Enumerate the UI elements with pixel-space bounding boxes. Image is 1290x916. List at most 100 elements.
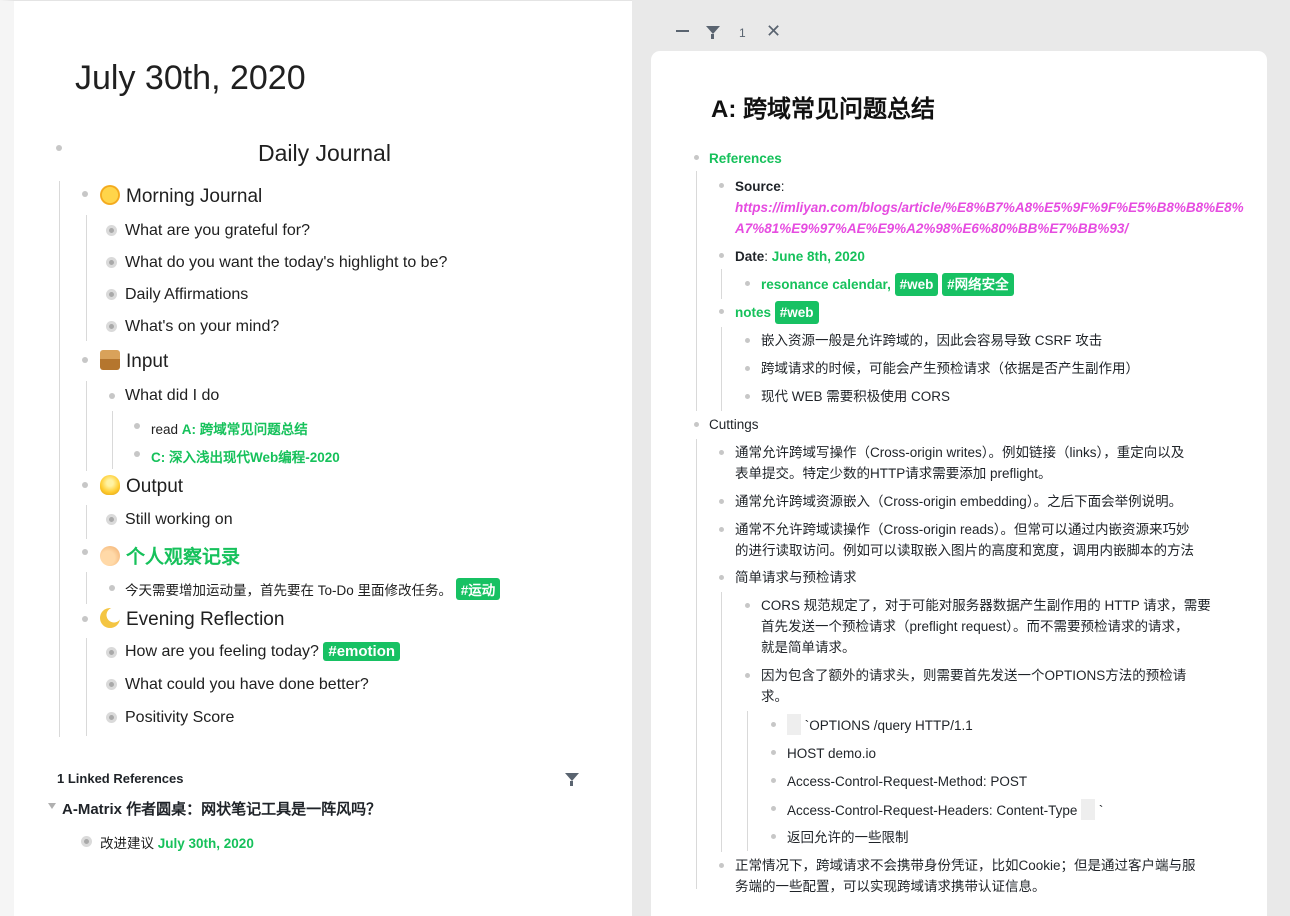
morning-journal-heading[interactable]: Morning Journal (100, 185, 262, 208)
block-bullet[interactable] (719, 253, 724, 258)
morning-question[interactable]: What do you want the today's highlight t… (125, 254, 447, 272)
code-line[interactable]: HOST demo.io (787, 743, 876, 764)
block-bullet[interactable] (719, 527, 724, 532)
cutting-item-cont[interactable]: 务端的一些配置，可以实现跨域请求携带认证信息。 (735, 876, 1046, 897)
morning-question[interactable]: Daily Affirmations (125, 286, 248, 304)
cutting-item[interactable]: 通常允许跨域写操作（Cross-origin writes）。例如链接（link… (735, 442, 1184, 463)
evening-question[interactable]: How are you feeling today? #emotion (125, 642, 401, 661)
options-note[interactable]: 因为包含了额外的请求头，则需要首先发送一个OPTIONS方法的预检请 (761, 665, 1186, 686)
references-link[interactable]: References (709, 148, 782, 169)
block-bullet[interactable] (719, 863, 724, 868)
cors-note-cont[interactable]: 就是简单请求。 (761, 637, 856, 658)
block-bullet[interactable] (81, 836, 92, 847)
block-bullet[interactable] (694, 155, 699, 160)
sidebar-page-title[interactable]: A: 跨域常见问题总结 (711, 89, 935, 124)
cutting-item[interactable]: 正常情况下，跨域请求不会携带身份凭证，比如Cookie；但是通过客户端与服 (735, 855, 1196, 876)
block-bullet[interactable] (106, 514, 117, 525)
tag-emotion[interactable]: #emotion (323, 642, 401, 661)
block-bullet[interactable] (134, 423, 140, 429)
block-bullet[interactable] (745, 281, 750, 286)
block-bullet[interactable] (745, 603, 750, 608)
linked-reference-item[interactable]: 改进建议 July 30th, 2020 (100, 832, 254, 852)
tag-exercise[interactable]: #运动 (455, 578, 501, 600)
block-bullet[interactable] (106, 257, 117, 268)
block-bullet[interactable] (82, 191, 88, 197)
options-note-cont[interactable]: 求。 (761, 686, 788, 707)
block-bullet[interactable] (719, 450, 724, 455)
block-bullet[interactable] (694, 422, 699, 427)
block-bullet[interactable] (719, 575, 724, 580)
block-bullet[interactable] (745, 338, 750, 343)
source-url[interactable]: https://imliyan.com/blogs/article/%E8%B7… (735, 197, 1244, 218)
cutting-item-cont[interactable]: 表单提交。特定少数的HTTP请求需要添加 preflight。 (735, 463, 1052, 484)
minimize-icon[interactable] (676, 30, 689, 32)
morning-question[interactable]: What's on your mind? (125, 318, 279, 336)
block-bullet[interactable] (106, 712, 117, 723)
block-bullet[interactable] (771, 834, 776, 839)
block-bullet[interactable] (771, 722, 776, 727)
block-bullet[interactable] (719, 499, 724, 504)
tag-security[interactable]: #网络安全 (942, 273, 1014, 296)
observation-heading[interactable]: 个人观察记录 (100, 542, 240, 569)
note-item[interactable]: 嵌入资源一般是允许跨域的，因此会容易导致 CSRF 攻击 (761, 330, 1102, 351)
cutting-item[interactable]: 简单请求与预检请求 (735, 567, 857, 588)
block-bullet[interactable] (109, 585, 115, 591)
cors-note-cont[interactable]: 首先发送一个预检请求（preflight request）。而不需要预检请求的请… (761, 616, 1189, 637)
block-bullet[interactable] (106, 289, 117, 300)
block-bullet[interactable] (771, 778, 776, 783)
block-bullet[interactable] (82, 616, 88, 622)
filter-icon[interactable] (706, 26, 720, 39)
page-link[interactable]: July 30th, 2020 (158, 836, 254, 851)
date-link[interactable]: June 8th, 2020 (772, 249, 865, 264)
page-title[interactable]: July 30th, 2020 (75, 59, 306, 98)
tag-web[interactable]: #web (894, 273, 939, 296)
block-bullet[interactable] (56, 145, 62, 151)
resonance-link[interactable]: resonance calendar (761, 277, 887, 292)
evening-reflection-heading[interactable]: Evening Reflection (100, 608, 284, 631)
filter-icon[interactable] (565, 773, 579, 786)
cors-note[interactable]: CORS 规范规定了，对于可能对服务器数据产生副作用的 HTTP 请求，需要 (761, 595, 1211, 616)
input-heading[interactable]: Input (100, 350, 168, 373)
block-bullet[interactable] (82, 549, 88, 555)
linked-page-title[interactable]: A-Matrix 作者圆桌：网状笔记工具是一阵风吗？ (62, 798, 381, 819)
cutting-item[interactable]: 通常允许跨域资源嵌入（Cross-origin embedding）。之后下面会… (735, 491, 1182, 512)
block-bullet[interactable] (745, 673, 750, 678)
notes-link[interactable]: notes (735, 305, 771, 320)
block-bullet[interactable] (82, 482, 88, 488)
tag-web[interactable]: #web (774, 301, 819, 324)
block-bullet[interactable] (719, 309, 724, 314)
block-bullet[interactable] (109, 393, 115, 399)
note-item[interactable]: 跨域请求的时候，可能会产生预检请求（依据是否产生副作用） (761, 358, 1139, 379)
code-line[interactable]: Access-Control-Request-Headers: Content-… (787, 799, 1103, 821)
block-bullet[interactable] (719, 183, 724, 188)
source-url[interactable]: A7%81%E9%97%AE%E9%A2%98%E6%80%BB%E7%BB%9… (735, 218, 1128, 239)
block-bullet[interactable] (134, 451, 140, 457)
block-bullet[interactable] (82, 357, 88, 363)
block-bullet[interactable] (106, 679, 117, 690)
output-heading[interactable]: Output (100, 475, 183, 498)
morning-question[interactable]: What are you grateful for? (125, 222, 310, 240)
what-did-i-do[interactable]: What did I do (125, 387, 219, 405)
cutting-item[interactable]: 通常不允许跨域读操作（Cross-origin reads）。但常可以通过内嵌资… (735, 519, 1190, 540)
code-line[interactable]: `OPTIONS /query HTTP/1.1 (787, 714, 973, 736)
block-bullet[interactable] (771, 806, 776, 811)
code-line[interactable]: Access-Control-Request-Method: POST (787, 771, 1027, 792)
code-line[interactable]: 返回允许的一些限制 (787, 827, 909, 848)
block-bullet[interactable] (745, 366, 750, 371)
linked-references-heading[interactable]: 1 Linked References (57, 771, 183, 786)
evening-question[interactable]: Positivity Score (125, 709, 234, 727)
block-bullet[interactable] (106, 321, 117, 332)
daily-journal-heading[interactable]: Daily Journal (258, 140, 391, 167)
cutting-item-cont[interactable]: 的进行读取访问。例如可以读取嵌入图片的高度和宽度，调用内嵌脚本的方法 (735, 540, 1194, 561)
collapse-arrow-icon[interactable] (48, 803, 56, 809)
block-bullet[interactable] (771, 750, 776, 755)
block-bullet[interactable] (106, 225, 117, 236)
block-bullet[interactable] (745, 394, 750, 399)
page-link[interactable]: C: 深入浅出现代Web编程-2020 (151, 446, 340, 466)
cuttings-heading[interactable]: Cuttings (709, 414, 759, 435)
observation-item[interactable]: 今天需要增加运动量，首先要在 To-Do 里面修改任务。 #运动 (125, 578, 501, 600)
block-bullet[interactable] (106, 647, 117, 658)
close-icon[interactable]: ✕ (766, 21, 781, 42)
page-link[interactable]: A: 跨域常见问题总结 (182, 422, 308, 437)
note-item[interactable]: 现代 WEB 需要积极使用 CORS (761, 386, 950, 407)
